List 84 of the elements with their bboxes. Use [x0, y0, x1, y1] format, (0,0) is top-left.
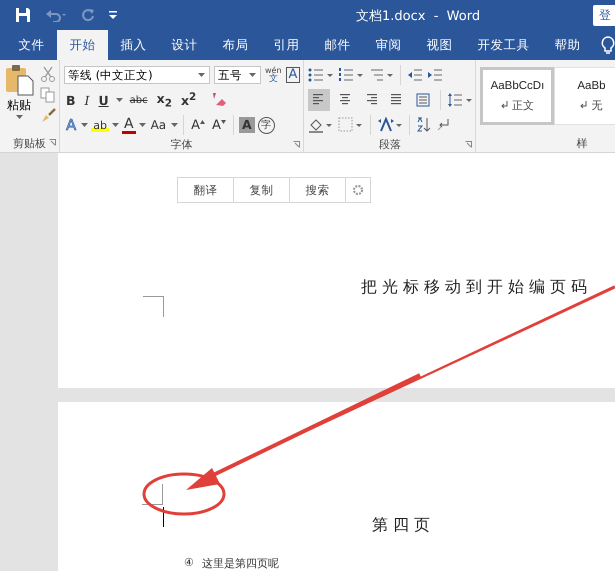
group-label: 字体 — [170, 136, 193, 152]
toolbar-button[interactable]: 搜索 — [290, 178, 346, 202]
paragraph-return-icon — [580, 101, 588, 109]
change-case-button[interactable]: Aa — [148, 118, 168, 132]
align-lines-icon — [364, 94, 378, 106]
lightbulb-icon[interactable] — [601, 36, 615, 54]
corner-mark-icon — [142, 484, 163, 505]
grow-font-button[interactable]: A — [189, 118, 208, 132]
ribbon-tab[interactable]: 审阅 — [363, 30, 414, 60]
dialog-launcher-icon[interactable] — [49, 139, 56, 146]
character-shading-button[interactable]: A — [238, 117, 255, 133]
list-item-text: 这里是第四页呢 — [202, 556, 279, 571]
ribbon-tab[interactable]: 引用 — [261, 30, 312, 60]
multilevel-list-icon[interactable] — [368, 67, 394, 83]
dropdown-arrow-icon[interactable] — [81, 123, 88, 127]
decrease-indent-icon[interactable] — [407, 68, 424, 82]
italic-button[interactable]: I — [82, 92, 92, 108]
phonetic-guide-button[interactable]: wén 文 — [265, 67, 282, 83]
instruction-text: 把光标移动到开始编页码 — [361, 277, 592, 298]
dialog-launcher-icon[interactable] — [465, 141, 472, 148]
enclose-characters-button[interactable]: 字 — [258, 116, 275, 134]
font-name-dropdown[interactable]: 等线 (中文正文) — [64, 66, 210, 84]
highlight-button[interactable]: ab — [91, 118, 109, 132]
distributed-align-icon — [416, 93, 430, 107]
scissors-icon[interactable] — [40, 66, 56, 82]
text-cursor — [163, 507, 164, 527]
paste-button[interactable]: 粘贴 — [4, 64, 34, 134]
customize-dropdown-icon[interactable] — [109, 10, 117, 20]
page-heading: 第 四 页 — [372, 515, 432, 536]
dropdown-arrow-icon[interactable] — [171, 123, 178, 127]
up-triangle-icon — [200, 120, 206, 124]
shrink-font-button[interactable]: A — [210, 118, 228, 132]
group-label: 样 — [576, 136, 588, 150]
clipboard-icon — [4, 64, 34, 96]
style-gallery-item[interactable]: AaBbCcDı 正文 — [480, 67, 554, 125]
paragraph-mark-icon[interactable] — [436, 118, 450, 132]
ribbon-tab[interactable]: 开始 — [57, 30, 108, 60]
caret-icon — [249, 73, 256, 77]
bullets-icon[interactable] — [308, 67, 334, 83]
character-border-button[interactable]: A — [286, 67, 300, 83]
group-label: 剪贴板 — [13, 136, 46, 150]
ribbon-tab[interactable]: 开发工具 — [465, 30, 542, 60]
script-button[interactable]: x$_{2}$ — [154, 90, 174, 110]
corner-mark-icon — [143, 296, 164, 317]
script-button[interactable]: x$^{2}$ — [178, 91, 198, 109]
font-color-button[interactable]: A — [122, 116, 136, 134]
sort-icon[interactable] — [416, 117, 432, 133]
dropdown-arrow-icon[interactable] — [138, 123, 146, 127]
dropdown-arrow-icon[interactable] — [116, 98, 123, 102]
ribbon-tab[interactable]: 视图 — [414, 30, 465, 60]
ribbon-tab[interactable]: 文件 — [6, 30, 57, 60]
group-label: 段落 — [378, 136, 401, 152]
dialog-launcher-icon[interactable] — [293, 141, 300, 148]
copy-icon[interactable] — [40, 87, 56, 103]
paint-bucket-icon[interactable] — [308, 117, 334, 133]
text-direction-icon[interactable] — [377, 117, 404, 133]
ribbon-tab[interactable]: 邮件 — [312, 30, 363, 60]
ribbon-tab[interactable]: 布局 — [210, 30, 261, 60]
ribbon-tab[interactable]: 插入 — [108, 30, 159, 60]
bold-button[interactable]: B — [64, 92, 78, 108]
caret-icon — [198, 73, 205, 77]
save-icon[interactable] — [15, 7, 31, 23]
font-size-dropdown[interactable]: 五号 — [214, 66, 261, 84]
underline-button[interactable]: U — [96, 92, 111, 108]
sign-in-button[interactable]: 登 — [593, 5, 615, 26]
down-triangle-icon — [220, 120, 226, 124]
caret-icon — [16, 115, 22, 119]
style-gallery-item[interactable]: AaBb 无 — [554, 67, 615, 125]
numbering-icon[interactable] — [338, 67, 364, 83]
ribbon-tab[interactable]: 设计 — [159, 30, 210, 60]
align-button[interactable] — [308, 89, 330, 111]
toolbar-button[interactable]: 复制 — [234, 178, 290, 202]
settings-icon[interactable] — [352, 184, 364, 196]
paragraph-return-icon — [500, 101, 508, 109]
line-spacing-icon[interactable] — [447, 92, 474, 108]
align-lines-icon — [338, 94, 352, 106]
ribbon-tab[interactable]: 帮助 — [542, 30, 593, 60]
dropdown-arrow-icon[interactable] — [112, 123, 119, 127]
increase-indent-icon[interactable] — [427, 68, 444, 82]
paintbrush-icon[interactable] — [40, 108, 56, 124]
list-marker: ④ — [184, 556, 194, 571]
window-title: 文档1.docx - Word — [356, 8, 480, 25]
toolbar-button[interactable]: 翻译 — [178, 178, 234, 202]
strikethrough-button[interactable]: abc — [128, 94, 150, 106]
